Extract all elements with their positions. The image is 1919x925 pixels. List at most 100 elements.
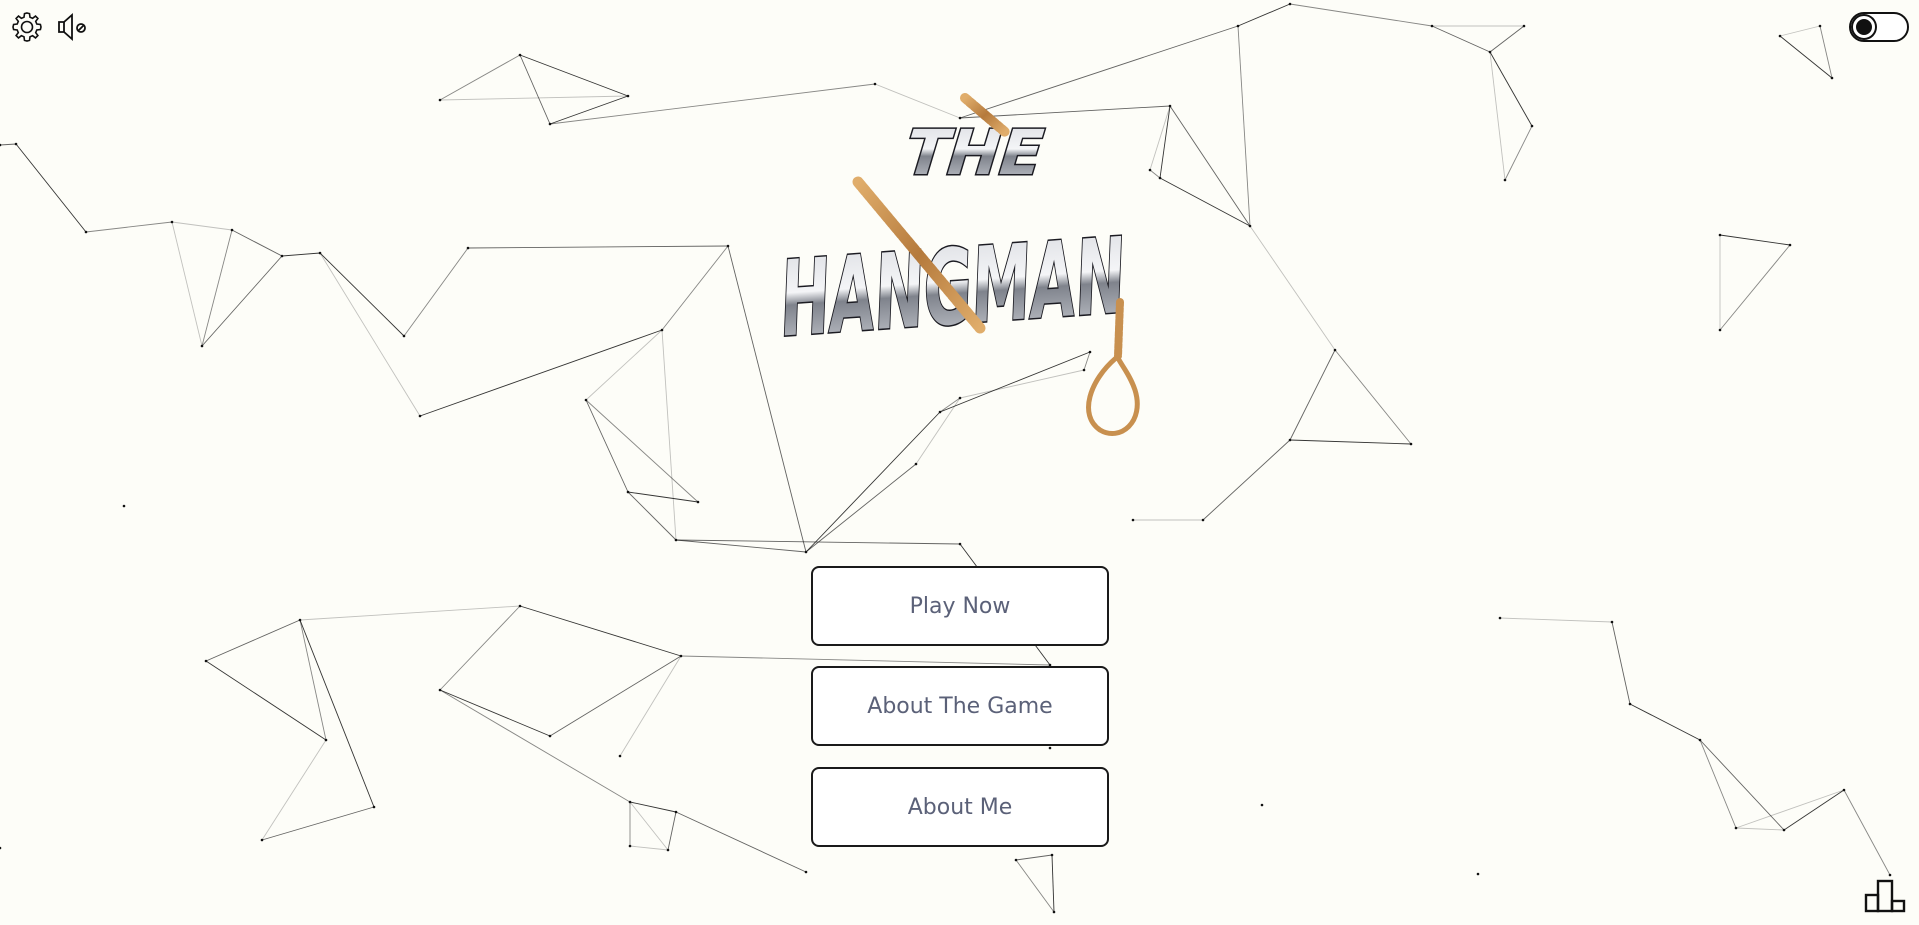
sound-toggle-button[interactable]	[55, 10, 89, 44]
network-line	[1015, 854, 1053, 861]
network-node	[628, 800, 632, 804]
network-node	[1333, 348, 1337, 352]
network-line	[205, 660, 327, 741]
network-line	[0, 143, 17, 146]
network-node	[298, 618, 302, 622]
toggle-knob	[1853, 16, 1875, 38]
network-node	[1409, 442, 1413, 446]
network-node	[1131, 518, 1135, 522]
network-node	[438, 98, 442, 102]
network-node	[626, 490, 630, 494]
network-line	[281, 252, 321, 257]
game-logo: THE HANGMAN	[775, 93, 1140, 436]
network-line	[1289, 349, 1336, 441]
network-node	[1718, 328, 1722, 332]
play-now-button[interactable]: Play Now	[811, 566, 1109, 646]
network-line	[261, 739, 327, 841]
network-line	[439, 689, 631, 803]
network-node	[1288, 2, 1292, 6]
network-line	[231, 229, 283, 257]
network-line	[1699, 739, 1785, 831]
network-node	[958, 542, 962, 546]
network-line	[1015, 859, 1055, 913]
network-node	[1201, 518, 1205, 522]
network-node	[170, 220, 174, 224]
network-line	[439, 95, 629, 101]
network-line	[299, 605, 521, 621]
network-node	[1052, 910, 1056, 914]
network-node	[1842, 788, 1846, 792]
network-line	[1159, 177, 1251, 227]
network-node	[1818, 24, 1822, 28]
network-line	[1499, 617, 1613, 623]
network-line	[619, 655, 682, 757]
network-node	[518, 53, 522, 57]
about-the-game-button[interactable]: About The Game	[811, 666, 1109, 746]
network-line	[549, 95, 629, 125]
network-node	[1260, 803, 1264, 807]
network-node	[679, 654, 683, 658]
network-line	[1735, 827, 1785, 831]
network-line	[1783, 789, 1845, 831]
network-line	[1237, 3, 1291, 27]
logo-title-top: THE	[902, 116, 1046, 189]
network-line	[1843, 789, 1891, 876]
network-node	[466, 246, 470, 250]
network-node	[1236, 24, 1240, 28]
podium-icon[interactable]	[1863, 873, 1907, 913]
network-line	[1169, 105, 1251, 227]
network-node	[1014, 858, 1018, 862]
network-node	[1476, 872, 1480, 876]
network-line	[1051, 854, 1055, 913]
network-line	[1699, 739, 1737, 829]
network-line	[585, 329, 663, 401]
network-node	[402, 334, 406, 338]
network-node	[1288, 438, 1292, 442]
network-line	[299, 619, 375, 808]
network-line	[439, 54, 521, 101]
network-line	[675, 539, 961, 545]
network-line	[299, 619, 327, 741]
network-line	[585, 399, 699, 503]
network-line	[1159, 105, 1171, 179]
network-node	[1503, 178, 1507, 182]
network-line	[1504, 125, 1533, 181]
network-line	[680, 655, 1051, 666]
network-node	[1718, 233, 1722, 237]
network-node	[318, 251, 322, 255]
network-node	[726, 244, 730, 248]
network-node	[626, 94, 630, 98]
network-node	[438, 688, 442, 692]
network-node	[660, 328, 664, 332]
network-node	[324, 738, 328, 742]
network-line	[1489, 25, 1525, 53]
network-node	[584, 398, 588, 402]
network-line	[1334, 349, 1412, 445]
network-line	[1237, 25, 1251, 227]
network-node	[1488, 50, 1492, 54]
network-node	[260, 838, 264, 842]
network-node	[518, 604, 522, 608]
network-node	[230, 228, 234, 232]
network-node	[914, 462, 918, 466]
network-node	[1048, 746, 1052, 750]
network-node	[804, 870, 808, 874]
network-node	[1430, 24, 1434, 28]
network-line	[85, 221, 173, 233]
settings-button[interactable]	[10, 10, 44, 44]
network-line	[549, 655, 682, 737]
network-line	[467, 245, 729, 249]
network-line	[1289, 3, 1433, 27]
network-line	[667, 811, 677, 851]
network-line	[319, 252, 405, 337]
network-line	[15, 143, 87, 233]
network-node	[1248, 224, 1252, 228]
theme-toggle[interactable]	[1849, 12, 1909, 42]
network-node	[1788, 243, 1792, 247]
network-node	[1168, 104, 1172, 108]
network-line	[805, 463, 917, 553]
network-line	[171, 221, 203, 347]
about-me-button[interactable]: About Me	[811, 767, 1109, 847]
network-node	[1610, 620, 1614, 624]
network-node	[1734, 826, 1738, 830]
